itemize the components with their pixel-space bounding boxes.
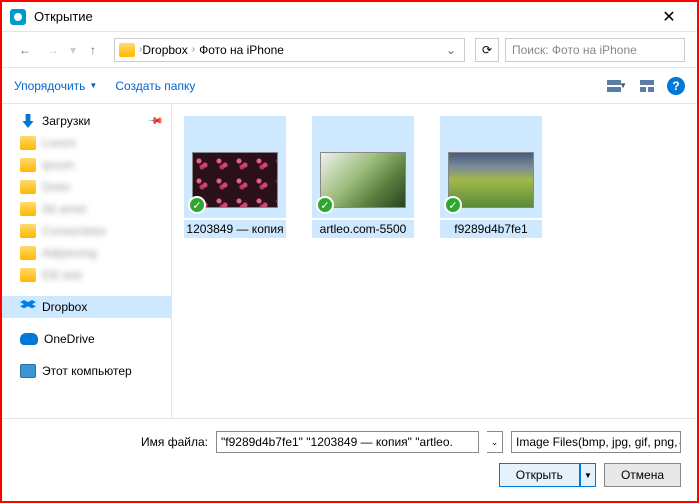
new-folder-label: Создать папку [115,79,195,93]
chevron-down-icon: ▼ [89,81,97,90]
tree-label: Загрузки [42,114,90,128]
filename-label: Имя файла: [18,435,208,449]
nav-tree[interactable]: Загрузки 📌 Lorem Ipsum Dolor Sit amet Co… [2,104,172,418]
filename-input[interactable]: "f9289d4b7fe1" "1203849 — копия" "artleo… [216,431,479,453]
thumbnail: ✓ [440,116,542,218]
folder-icon [20,202,36,216]
folder-icon [119,43,135,57]
navbar: ← → ▾ ↑ › Dropbox › Фото на iPhone ⌄ ⟳ П… [2,32,697,68]
filename-dropdown[interactable]: ⌄ [487,431,503,453]
folder-icon [20,224,36,238]
view-mode-button[interactable]: ▼ [607,76,627,96]
dropbox-icon [20,300,36,314]
sync-check-icon: ✓ [444,196,462,214]
tree-item[interactable]: Ipsum [2,154,171,176]
help-icon[interactable]: ? [667,77,685,95]
sync-check-icon: ✓ [316,196,334,214]
tree-label: Этот компьютер [42,364,132,378]
chevron-down-icon: ⌄ [677,437,681,448]
tree-label: Dropbox [42,300,87,314]
image-preview [320,152,406,208]
sync-check-icon: ✓ [188,196,206,214]
tree-item-downloads[interactable]: Загрузки 📌 [2,110,171,132]
folder-icon [20,268,36,282]
image-preview [192,152,278,208]
open-split-button[interactable]: ▼ [580,463,596,487]
file-grid[interactable]: ✓ 1203849 — копия ✓ artleo.com-5500 ✓ f9… [172,104,697,418]
file-item[interactable]: ✓ artleo.com-5500 [312,116,414,238]
back-button[interactable]: ← [14,39,36,61]
organize-button[interactable]: Упорядочить ▼ [14,79,97,93]
forward-button: → [42,39,64,61]
tree-label: Elit sed [42,268,81,282]
open-button[interactable]: Открыть [499,463,580,487]
file-item[interactable]: ✓ f9289d4b7fe1 [440,116,542,238]
file-name: f9289d4b7fe1 [440,220,542,238]
tree-item[interactable]: Consectetur [2,220,171,242]
organize-label: Упорядочить [14,79,85,93]
nav-separator: ▾ [70,43,76,57]
dialog-footer: Имя файла: "f9289d4b7fe1" "1203849 — коп… [2,418,697,501]
address-bar[interactable]: › Dropbox › Фото на iPhone ⌄ [114,38,465,62]
tree-label: Consectetur [42,224,107,238]
tree-item[interactable]: Lorem [2,132,171,154]
app-icon [10,9,26,25]
cancel-label: Отмена [621,468,664,482]
tree-label: Dolor [42,180,71,194]
thumbnail: ✓ [184,116,286,218]
tree-item-onedrive[interactable]: OneDrive [2,328,171,350]
filter-label: Image Files(bmp, jpg, gif, png, [516,435,677,449]
refresh-button[interactable]: ⟳ [475,38,499,62]
tree-item-computer[interactable]: Этот компьютер [2,360,171,382]
new-folder-button[interactable]: Создать папку [115,79,195,93]
open-label: Открыть [516,468,563,482]
file-name: 1203849 — копия [184,220,286,238]
tree-item-dropbox[interactable]: Dropbox [2,296,171,318]
thumbnail: ✓ [312,116,414,218]
window-title: Открытие [34,9,649,24]
pin-icon: 📌 [146,113,163,130]
titlebar: Открытие ✕ [2,2,697,32]
cancel-button[interactable]: Отмена [604,463,681,487]
address-dropdown[interactable]: ⌄ [442,43,460,57]
tree-label: Lorem [42,136,76,150]
tree-label: Sit amet [42,202,86,216]
onedrive-icon [20,333,38,345]
image-preview [448,152,534,208]
tree-label: Ipsum [42,158,75,172]
tree-item[interactable]: Sit amet [2,198,171,220]
search-input[interactable]: Поиск: Фото на iPhone [505,38,685,62]
breadcrumb-seg[interactable]: Фото на iPhone [199,43,284,57]
file-name: artleo.com-5500 [312,220,414,238]
tree-label: OneDrive [44,332,95,346]
file-item[interactable]: ✓ 1203849 — копия [184,116,286,238]
folder-icon [20,246,36,260]
tree-label: Adipiscing [42,246,97,260]
download-icon [20,114,36,128]
toolbar: Упорядочить ▼ Создать папку ▼ ? [2,68,697,104]
tree-item[interactable]: Elit sed [2,264,171,286]
chevron-right-icon: › [192,44,195,55]
folder-icon [20,180,36,194]
open-dialog: Открытие ✕ ← → ▾ ↑ › Dropbox › Фото на i… [0,0,699,503]
folder-icon [20,136,36,150]
dialog-body: Загрузки 📌 Lorem Ipsum Dolor Sit amet Co… [2,104,697,418]
tree-item[interactable]: Dolor [2,176,171,198]
preview-pane-button[interactable] [637,76,657,96]
close-icon[interactable]: ✕ [649,2,689,32]
breadcrumb-seg[interactable]: Dropbox [142,43,187,57]
tree-item[interactable]: Adipiscing [2,242,171,264]
computer-icon [20,364,36,378]
folder-icon [20,158,36,172]
up-button[interactable]: ↑ [82,39,104,61]
filetype-filter[interactable]: Image Files(bmp, jpg, gif, png, ⌄ [511,431,681,453]
breadcrumb: Dropbox › Фото на iPhone [142,43,442,57]
